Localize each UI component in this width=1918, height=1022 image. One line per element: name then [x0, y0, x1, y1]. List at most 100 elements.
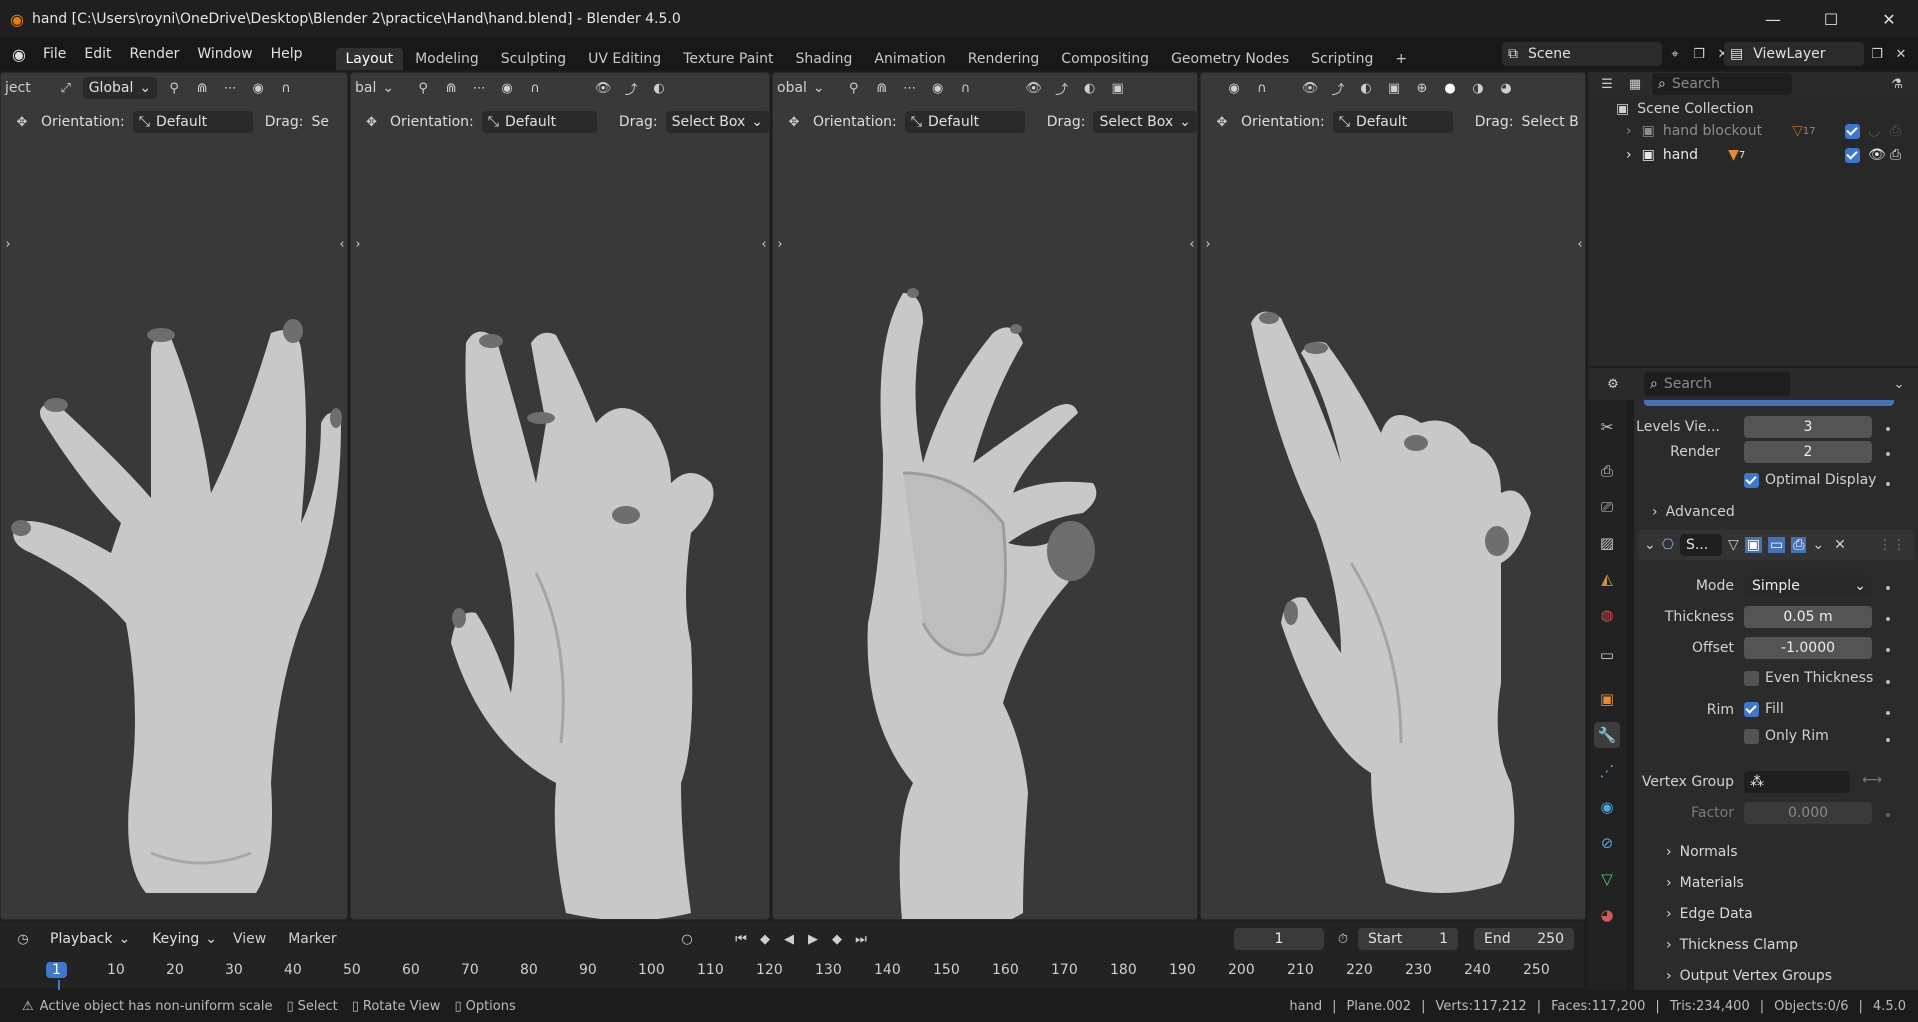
properties-search-input[interactable]: ⌕ Search: [1644, 372, 1790, 396]
render-levels-field[interactable]: 2: [1744, 441, 1872, 463]
modifier-tab-icon[interactable]: 🔧: [1594, 722, 1620, 748]
visibility-icon[interactable]: 👁: [1023, 77, 1045, 99]
keyframe-dot[interactable]: [1886, 648, 1890, 652]
keyframe-dot[interactable]: [1886, 813, 1890, 817]
tab-texture-paint[interactable]: Texture Paint: [673, 48, 783, 70]
viewport-3[interactable]: obal ⌄ ⚲ ⋒ ⋯ ◉ ∩ 👁 ⤴ ◐ ▣ ✥ Orientation: ⤡…: [772, 72, 1198, 920]
maximize-button[interactable]: ☐: [1808, 0, 1854, 38]
gizmo-icon[interactable]: ⤴: [1327, 77, 1349, 99]
keyframe-dot[interactable]: [1886, 711, 1890, 715]
mode-dropdown[interactable]: obal: [777, 80, 807, 96]
properties-editor-icon[interactable]: ⚙: [1602, 373, 1624, 395]
jump-end-icon[interactable]: ⏭: [850, 928, 872, 950]
keyframe-dot[interactable]: [1886, 680, 1890, 684]
display-mode-icon[interactable]: ▦: [1624, 73, 1646, 95]
transform-orientation-dropdown[interactable]: Global ⌄: [82, 77, 158, 99]
gizmo-icon[interactable]: ⤴: [620, 77, 642, 99]
delete-viewlayer-icon[interactable]: ✕: [1890, 43, 1912, 65]
collection-tab-icon[interactable]: ▭: [1594, 642, 1620, 668]
tab-geometry-nodes[interactable]: Geometry Nodes: [1161, 48, 1299, 70]
auto-keying-icon[interactable]: ○: [676, 928, 698, 950]
falloff-icon[interactable]: ∩: [524, 77, 546, 99]
snap-icon[interactable]: ⋒: [871, 77, 893, 99]
playback-menu[interactable]: Playback ⌄: [44, 928, 136, 950]
render-toggle-icon[interactable]: ⎙: [1791, 537, 1807, 553]
remove-modifier-icon[interactable]: ✕: [1834, 537, 1846, 553]
keyframe-dot[interactable]: [1886, 427, 1890, 431]
solid-shading-icon[interactable]: ●: [1439, 77, 1461, 99]
mode-dropdown[interactable]: Simple ⌄: [1744, 575, 1872, 597]
pin-icon[interactable]: ⌖: [1664, 43, 1686, 65]
visibility-icon[interactable]: 👁: [592, 77, 614, 99]
factor-field[interactable]: 0.000: [1744, 802, 1872, 824]
outliner-item-hand-blockout[interactable]: › ▣ hand blockout ▽ 17 ◡ ⎙: [1588, 118, 1918, 144]
hide-icon[interactable]: ◡: [1868, 123, 1880, 139]
tab-uv-editing[interactable]: UV Editing: [578, 48, 671, 70]
keyframe-dot[interactable]: [1886, 586, 1890, 590]
viewport-2[interactable]: bal ⌄ ⚲ ⋒ ⋯ ◉ ∩ 👁 ⤴ ◐ ✥ Orientation: ⤡ Def…: [350, 72, 770, 920]
outliner-item-hand[interactable]: › ▣ hand ▼ 7 👁 ⎙: [1588, 142, 1918, 168]
proportional-edit-icon[interactable]: ◉: [927, 77, 949, 99]
view-layer-tab-icon[interactable]: ▨: [1594, 530, 1620, 556]
filter-icon[interactable]: ⚗: [1886, 73, 1908, 95]
proportional-edit-icon[interactable]: ◉: [247, 77, 269, 99]
eye-icon[interactable]: 👁: [1868, 147, 1886, 163]
move-tool-icon[interactable]: ✥: [1211, 111, 1233, 133]
drag-dropdown[interactable]: Select Box ⌄: [1093, 111, 1197, 133]
falloff-icon[interactable]: ∩: [955, 77, 977, 99]
rendered-shading-icon[interactable]: ◕: [1495, 77, 1517, 99]
new-viewlayer-icon[interactable]: ❐: [1866, 43, 1888, 65]
snap-icon[interactable]: ⋒: [440, 77, 462, 99]
world-tab-icon[interactable]: ◍: [1594, 602, 1620, 628]
snap-increment-icon[interactable]: ⋯: [468, 77, 490, 99]
snap-increment-icon[interactable]: ⋯: [899, 77, 921, 99]
exclude-checkbox[interactable]: [1845, 123, 1860, 139]
wireframe-shading-icon[interactable]: ⊕: [1411, 77, 1433, 99]
tab-rendering[interactable]: Rendering: [958, 48, 1050, 70]
menu-render[interactable]: Render: [121, 46, 189, 62]
pivot-icon[interactable]: ⚲: [163, 77, 185, 99]
viewport-4[interactable]: ◉ ∩ 👁 ⤴ ◐ ▣ ⊕ ● ◑ ◕ ✥ Orientation: ⤡ Defa…: [1200, 72, 1586, 920]
camera-icon[interactable]: ⎙: [1890, 147, 1901, 163]
timeline-editor-icon[interactable]: ◷: [12, 928, 34, 950]
vertex-group-field[interactable]: ⁂: [1744, 771, 1850, 793]
keyframe-dot[interactable]: [1886, 617, 1890, 621]
even-thickness-checkbox[interactable]: Even Thickness: [1744, 670, 1873, 686]
modifier-name-field[interactable]: S...: [1679, 534, 1722, 556]
move-tool-icon[interactable]: ✥: [361, 111, 382, 133]
keyframe-dot[interactable]: [1886, 738, 1890, 742]
fill-checkbox[interactable]: Fill: [1744, 701, 1784, 717]
menu-window[interactable]: Window: [188, 46, 261, 62]
xray-icon[interactable]: ▣: [1383, 77, 1405, 99]
normals-subpanel[interactable]: › Normals: [1666, 844, 1738, 860]
add-workspace-icon[interactable]: +: [1385, 48, 1417, 70]
keying-menu[interactable]: Keying ⌄: [146, 928, 223, 950]
object-tab-icon[interactable]: ▣: [1594, 686, 1620, 712]
prev-keyframe-icon[interactable]: ◆: [754, 928, 776, 950]
output-tab-icon[interactable]: ⎚: [1594, 494, 1620, 520]
start-frame-field[interactable]: Start 1: [1358, 928, 1458, 950]
overlay-icon[interactable]: ◐: [1355, 77, 1377, 99]
blender-menu-icon[interactable]: ◉: [12, 45, 26, 64]
orientation-dropdown[interactable]: ⤡ Default: [481, 111, 597, 133]
orientation-dropdown[interactable]: ⤡ Default: [132, 111, 253, 133]
drag-dropdown[interactable]: Select B: [1521, 114, 1578, 130]
output-vertex-groups-subpanel[interactable]: › Output Vertex Groups: [1666, 968, 1832, 984]
close-window-button[interactable]: ✕: [1866, 0, 1912, 38]
pivot-icon[interactable]: ⚲: [412, 77, 434, 99]
viewport-toggle-icon[interactable]: ▭: [1767, 537, 1786, 553]
levels-viewport-field[interactable]: 3: [1744, 416, 1872, 438]
tab-sculpting[interactable]: Sculpting: [491, 48, 576, 70]
falloff-icon[interactable]: ∩: [275, 77, 297, 99]
playhead-line[interactable]: [58, 980, 60, 990]
offset-field[interactable]: -1.0000: [1744, 637, 1872, 659]
overlay-icon[interactable]: ◐: [648, 77, 670, 99]
render-tab-icon[interactable]: ⎙: [1594, 458, 1620, 484]
tab-animation[interactable]: Animation: [864, 48, 955, 70]
tab-modeling[interactable]: Modeling: [405, 48, 489, 70]
snap-increment-icon[interactable]: ⋯: [219, 77, 241, 99]
options-chevron-icon[interactable]: ⌄: [1888, 373, 1910, 395]
stopwatch-icon[interactable]: ⏱: [1332, 928, 1354, 950]
snap-icon[interactable]: ⋒: [191, 77, 213, 99]
menu-help[interactable]: Help: [262, 46, 312, 62]
